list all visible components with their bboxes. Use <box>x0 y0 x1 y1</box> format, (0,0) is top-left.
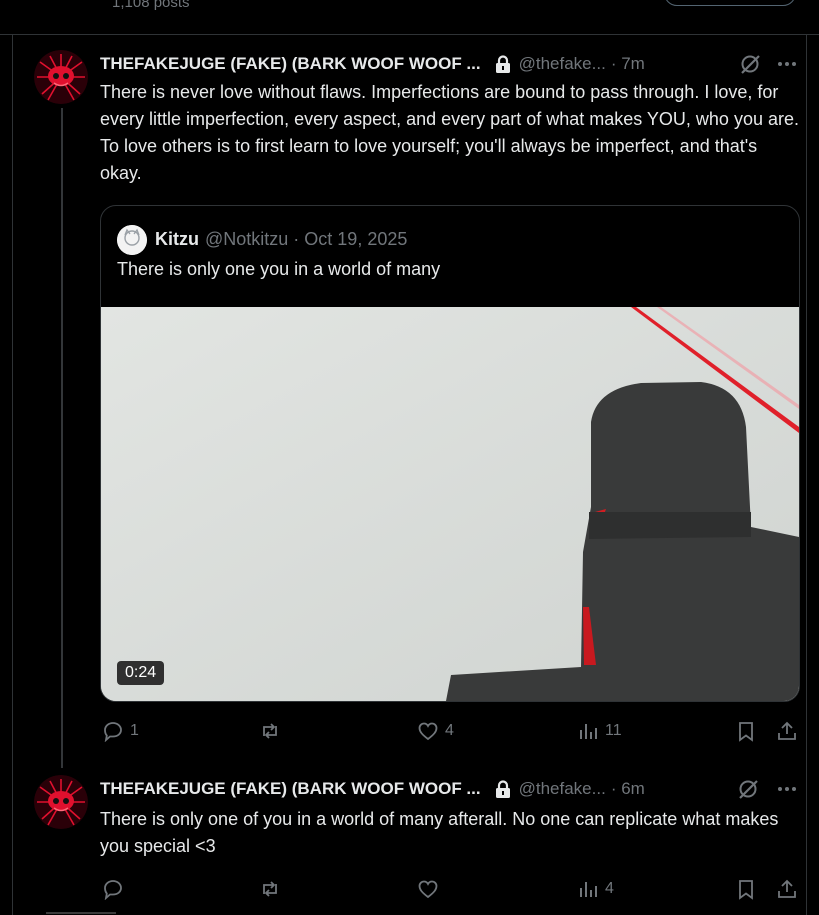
reply-icon <box>104 880 122 900</box>
bookmark-icon <box>739 722 753 742</box>
post-count: 1,108 posts <box>112 0 190 11</box>
video-player[interactable]: 0:24 <box>101 307 799 701</box>
post-time[interactable]: · 7m <box>611 54 645 74</box>
view-count: 11 <box>605 722 622 739</box>
post-header: THEFAKEJUGE (FAKE) (BARK WOOF WOOF ... @… <box>100 777 645 801</box>
bookmark-button[interactable] <box>735 878 757 900</box>
author-handle[interactable]: @thefake... <box>519 779 606 799</box>
more-options-icon[interactable] <box>776 53 798 75</box>
video-duration: 0:24 <box>117 661 165 685</box>
author-handle[interactable]: @thefake... <box>519 54 606 74</box>
like-button[interactable]: 4 <box>417 720 454 742</box>
views-button[interactable]: 11 <box>577 720 622 742</box>
view-count: 4 <box>605 880 614 897</box>
views-icon <box>580 724 597 739</box>
views-button[interactable]: 4 <box>577 878 614 900</box>
more-options-icon[interactable] <box>776 778 798 800</box>
lock-icon <box>495 780 510 798</box>
repost-button[interactable] <box>259 720 287 742</box>
quote-meta: @Notkitzu · Oct 19, 2025 <box>205 228 408 249</box>
repost-icon <box>263 881 277 897</box>
avatar[interactable] <box>34 50 88 104</box>
bookmark-button[interactable] <box>735 720 757 742</box>
avatar[interactable] <box>34 775 88 829</box>
post-time[interactable]: · 6m <box>611 779 645 799</box>
like-count: 4 <box>445 722 454 739</box>
post-header: THEFAKEJUGE (FAKE) (BARK WOOF WOOF ... @… <box>100 52 645 76</box>
reply-count: 1 <box>130 722 139 739</box>
quote-header: Kitzu @Notkitzu · Oct 19, 2025 <box>155 225 407 253</box>
reply-button[interactable]: 1 <box>102 720 139 742</box>
repost-icon <box>263 723 277 739</box>
share-button[interactable] <box>776 720 798 742</box>
reply-icon <box>104 722 122 742</box>
share-icon <box>778 879 796 898</box>
thread-connector-line <box>61 108 63 768</box>
grok-icon[interactable] <box>739 53 761 75</box>
follow-button[interactable] <box>664 0 796 6</box>
scroll-indicator <box>46 912 116 914</box>
bookmark-icon <box>739 880 753 900</box>
share-icon <box>778 721 796 740</box>
post-text: There is never love without flaws. Imper… <box>100 82 799 183</box>
video-thumbnail <box>101 307 799 701</box>
reply-button[interactable] <box>102 878 130 900</box>
views-icon <box>580 882 597 897</box>
profile-header-strip: 1,108 posts <box>0 0 819 35</box>
feed-border-right <box>806 34 807 915</box>
lock-icon <box>495 55 510 73</box>
quote-avatar <box>117 225 147 255</box>
author-name[interactable]: THEFAKEJUGE (FAKE) (BARK WOOF WOOF ... <box>100 779 481 799</box>
like-button[interactable] <box>417 878 445 900</box>
grok-icon[interactable] <box>737 778 759 800</box>
feed-border-left <box>12 34 13 915</box>
share-button[interactable] <box>776 878 798 900</box>
quote-author-name: Kitzu <box>155 228 199 249</box>
author-name[interactable]: THEFAKEJUGE (FAKE) (BARK WOOF WOOF ... <box>100 54 481 74</box>
quote-text: There is only one you in a world of many <box>117 259 441 279</box>
heart-icon <box>418 722 438 741</box>
heart-icon <box>418 880 438 899</box>
quoted-post[interactable]: Kitzu @Notkitzu · Oct 19, 2025 There is … <box>100 205 800 702</box>
post-text: There is only one of you in a world of m… <box>100 809 779 856</box>
repost-button[interactable] <box>259 878 287 900</box>
